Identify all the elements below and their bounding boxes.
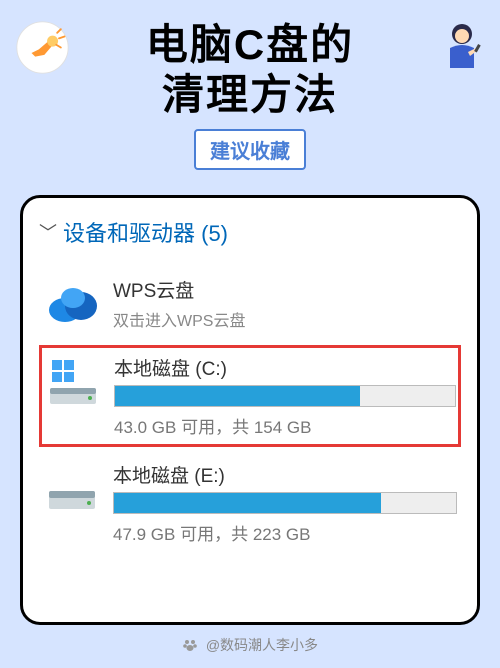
drive-stats: 43.0 GB 可用，共 154 GB	[114, 413, 456, 438]
section-header[interactable]: ﹀ 设备和驱动器 (5)	[39, 216, 461, 248]
paw-icon	[182, 637, 198, 656]
drive-info: 本地磁盘 (E:) 47.9 GB 可用，共 223 GB	[103, 461, 457, 545]
disk-icon	[44, 354, 104, 409]
title-line-2: 清理方法	[162, 71, 338, 118]
watermark-text: @数码潮人李小多	[206, 637, 318, 653]
drive-info: WPS云盘 双击进入WPS云盘	[103, 276, 457, 331]
cloud-icon	[43, 276, 103, 331]
header: 电脑C盘的 清理方法 建议收藏	[0, 0, 500, 180]
drive-stats: 47.9 GB 可用，共 223 GB	[113, 520, 457, 545]
drive-name: 本地磁盘 (E:)	[113, 461, 457, 488]
subtitle-badge: 建议收藏	[194, 129, 306, 170]
drive-item-c[interactable]: 本地磁盘 (C:) 43.0 GB 可用，共 154 GB	[39, 345, 461, 447]
section-label: 设备和驱动器 (5)	[63, 216, 228, 248]
megaphone-icon	[15, 20, 70, 75]
storage-bar	[114, 385, 456, 407]
drive-item-wps[interactable]: WPS云盘 双击进入WPS云盘	[39, 268, 461, 339]
chevron-down-icon: ﹀	[39, 219, 57, 245]
page-title: 电脑C盘的 清理方法	[20, 20, 480, 121]
disk-icon	[43, 461, 103, 516]
drive-item-e[interactable]: 本地磁盘 (E:) 47.9 GB 可用，共 223 GB	[39, 453, 461, 553]
drive-subtitle: 双击进入WPS云盘	[113, 307, 457, 331]
avatar-icon	[440, 20, 485, 75]
storage-fill	[114, 493, 381, 513]
drive-name: 本地磁盘 (C:)	[114, 354, 456, 381]
drive-info: 本地磁盘 (C:) 43.0 GB 可用，共 154 GB	[104, 354, 456, 438]
explorer-panel: ﹀ 设备和驱动器 (5) WPS云盘 双击进入WPS云盘	[20, 195, 480, 625]
title-line-1: 电脑C盘的	[146, 21, 354, 68]
storage-bar	[113, 492, 457, 514]
watermark: @数码潮人李小多	[0, 635, 500, 656]
storage-fill	[115, 386, 360, 406]
drive-name: WPS云盘	[113, 276, 457, 303]
